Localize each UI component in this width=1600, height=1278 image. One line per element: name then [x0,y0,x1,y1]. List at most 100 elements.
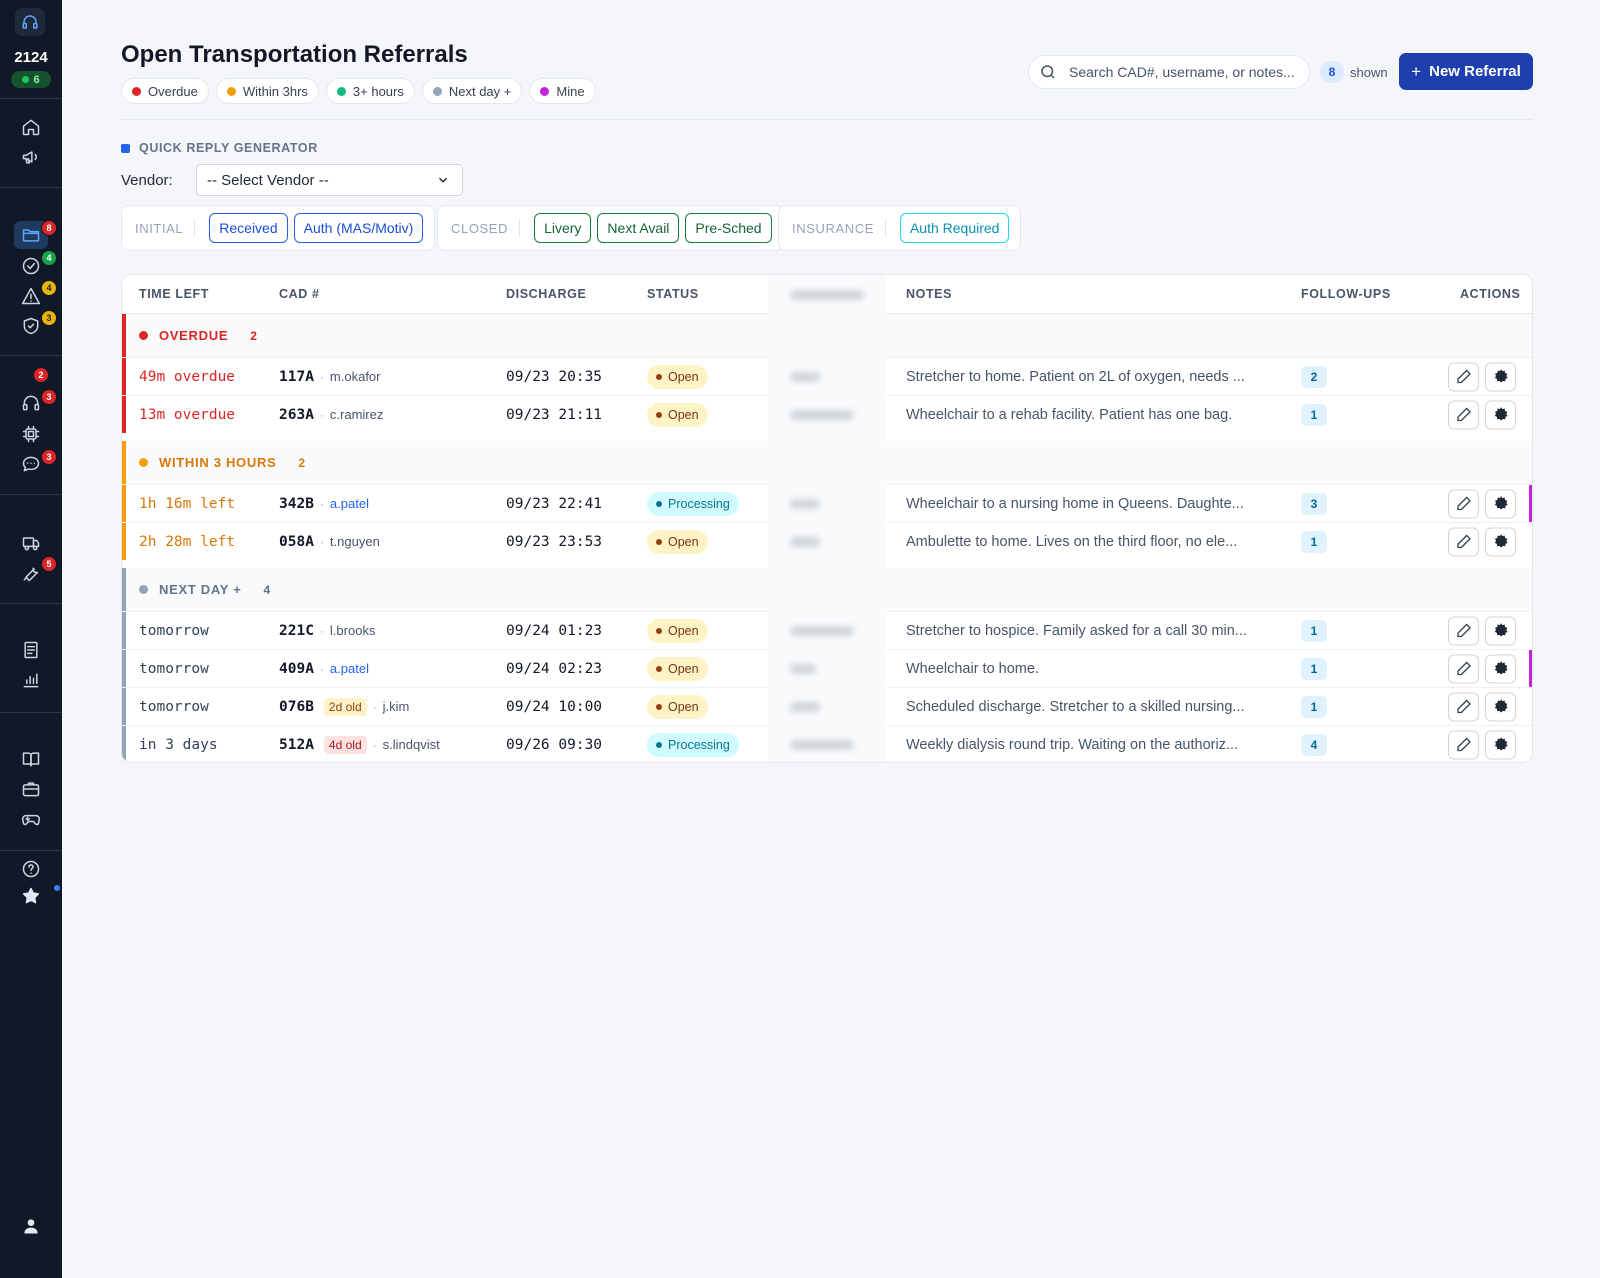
cad-number[interactable]: 512A [279,737,314,753]
check-circle-icon[interactable] [19,254,43,278]
chip-auth-required[interactable]: Auth Required [899,213,1010,243]
bar-chart-icon[interactable] [19,668,43,692]
edit-pencil-button[interactable] [1448,489,1479,518]
chat-bubble-icon[interactable] [19,452,43,476]
edit-pencil-button[interactable] [1448,527,1479,556]
notes-text[interactable]: Stretcher to home. Patient on 2L of oxyg… [906,369,1245,385]
user-avatar-icon[interactable] [19,1214,43,1238]
followups-count[interactable]: 2 [1301,365,1327,388]
col-discharge[interactable]: DISCHARGE [506,287,586,301]
cad-number[interactable]: 058A [279,534,314,550]
settings-gear-button[interactable] [1485,489,1516,518]
settings-gear-button[interactable] [1485,616,1516,645]
group-dot-icon [139,331,148,340]
followups-count[interactable]: 4 [1301,733,1327,756]
legend-item-next-day[interactable]: Next day + [421,78,523,104]
legend-item-overdue[interactable]: Overdue [121,78,209,104]
gamepad-icon[interactable] [19,807,43,831]
edit-pencil-button[interactable] [1448,654,1479,683]
edit-pencil-button[interactable] [1448,730,1479,759]
discharge-time: 09/26 09:30 [506,736,603,753]
col-time-left[interactable]: TIME LEFT [139,287,209,301]
gear-icon [1494,623,1508,637]
col-status[interactable]: STATUS [647,287,699,301]
document-list-icon[interactable] [19,638,43,662]
chip-icon[interactable] [19,422,43,446]
chip-received[interactable]: Received [209,213,288,243]
edit-pencil-button[interactable] [1448,400,1479,429]
followups-count[interactable]: 3 [1301,492,1327,515]
followups-count[interactable]: 1 [1301,619,1327,642]
search-input[interactable] [1069,64,1299,80]
legend-label: 3+ hours [352,83,404,99]
edit-pencil-button[interactable] [1448,616,1479,645]
notes-text[interactable]: Ambulette to home. Lives on the third fl… [906,534,1237,550]
username[interactable]: a.patel [330,496,369,511]
followups-count[interactable]: 1 [1301,530,1327,553]
legend-item-within-3hrs[interactable]: Within 3hrs [215,78,319,104]
chip-next-avail[interactable]: Next Avail [597,213,680,243]
edit-pencil-button[interactable] [1448,362,1479,391]
cad-number[interactable]: 263A [279,407,314,423]
legend-item-mine[interactable]: Mine [529,78,596,104]
help-circle-icon[interactable] [19,853,43,878]
col-cad[interactable]: CAD # [279,287,320,301]
cad-cell: 342B · a.patel [279,495,369,512]
followups-count[interactable]: 1 [1301,403,1327,426]
shield-check-icon[interactable] [19,314,43,338]
discharge-time: 09/23 22:41 [506,495,603,512]
vendor-select-value: -- Select Vendor -- [207,171,329,189]
wrench-icon[interactable] [19,561,43,585]
notes-text[interactable]: Wheelchair to home. [906,661,1039,677]
cad-number[interactable]: 409A [279,661,314,677]
discharge-time: 09/23 23:53 [506,533,603,550]
star-icon[interactable] [19,884,43,908]
chip-pre-sched[interactable]: Pre-Sched [685,213,772,243]
followups-count[interactable]: 1 [1301,657,1327,680]
headset-icon[interactable] [19,391,43,415]
col-followups[interactable]: FOLLOW-UPS [1301,287,1391,301]
chip-auth-mas-motiv[interactable]: Auth (MAS/Motiv) [293,213,424,243]
headset-logo-icon[interactable] [15,8,45,36]
notes-text[interactable]: Weekly dialysis round trip. Waiting on t… [906,737,1238,753]
search-box[interactable] [1028,55,1310,89]
vendor-label: Vendor: [121,172,173,189]
briefcase-icon[interactable] [19,777,43,801]
username[interactable]: a.patel [330,661,369,676]
settings-gear-button[interactable] [1485,362,1516,391]
shield-badge: 3 [41,310,57,326]
chip-livery[interactable]: Livery [534,213,592,243]
settings-gear-button[interactable] [1485,730,1516,759]
notes-text[interactable]: Scheduled discharge. Stretcher to a skil… [906,699,1245,715]
col-notes[interactable]: NOTES [906,287,952,301]
book-icon[interactable] [19,747,43,771]
notes-text[interactable]: Wheelchair to a nursing home in Queens. … [906,496,1244,512]
notes-text[interactable]: Wheelchair to a rehab facility. Patient … [906,407,1232,423]
settings-gear-button[interactable] [1485,400,1516,429]
username: l.brooks [329,623,376,638]
cad-number[interactable]: 117A [279,369,314,385]
truck-icon[interactable] [19,531,43,555]
page-title: Open Transportation Referrals [121,41,468,68]
gear-icon [1494,699,1508,713]
edit-pencil-button[interactable] [1448,692,1479,721]
square-bullet-icon [121,143,130,153]
col-actions[interactable]: ACTIONS [1460,287,1520,301]
settings-gear-button[interactable] [1485,654,1516,683]
vendor-select[interactable]: -- Select Vendor -- [196,164,463,196]
followups-count[interactable]: 1 [1301,695,1327,718]
pencil-icon [1456,737,1471,752]
discharge-time: 09/23 20:35 [506,368,603,385]
alert-triangle-icon[interactable] [19,284,43,308]
legend-item-3-plus-hours[interactable]: 3+ hours [325,78,415,104]
new-referral-button[interactable]: + New Referral [1399,53,1533,90]
settings-gear-button[interactable] [1485,692,1516,721]
settings-gear-button[interactable] [1485,527,1516,556]
megaphone-icon[interactable] [19,145,43,169]
cad-number[interactable]: 076B [279,699,314,715]
cad-number[interactable]: 221C [279,623,314,639]
notes-text[interactable]: Stretcher to hospice. Family asked for a… [906,623,1247,639]
home-icon[interactable] [19,115,43,139]
group-label: CLOSED [451,219,521,237]
cad-number[interactable]: 342B [279,496,314,512]
